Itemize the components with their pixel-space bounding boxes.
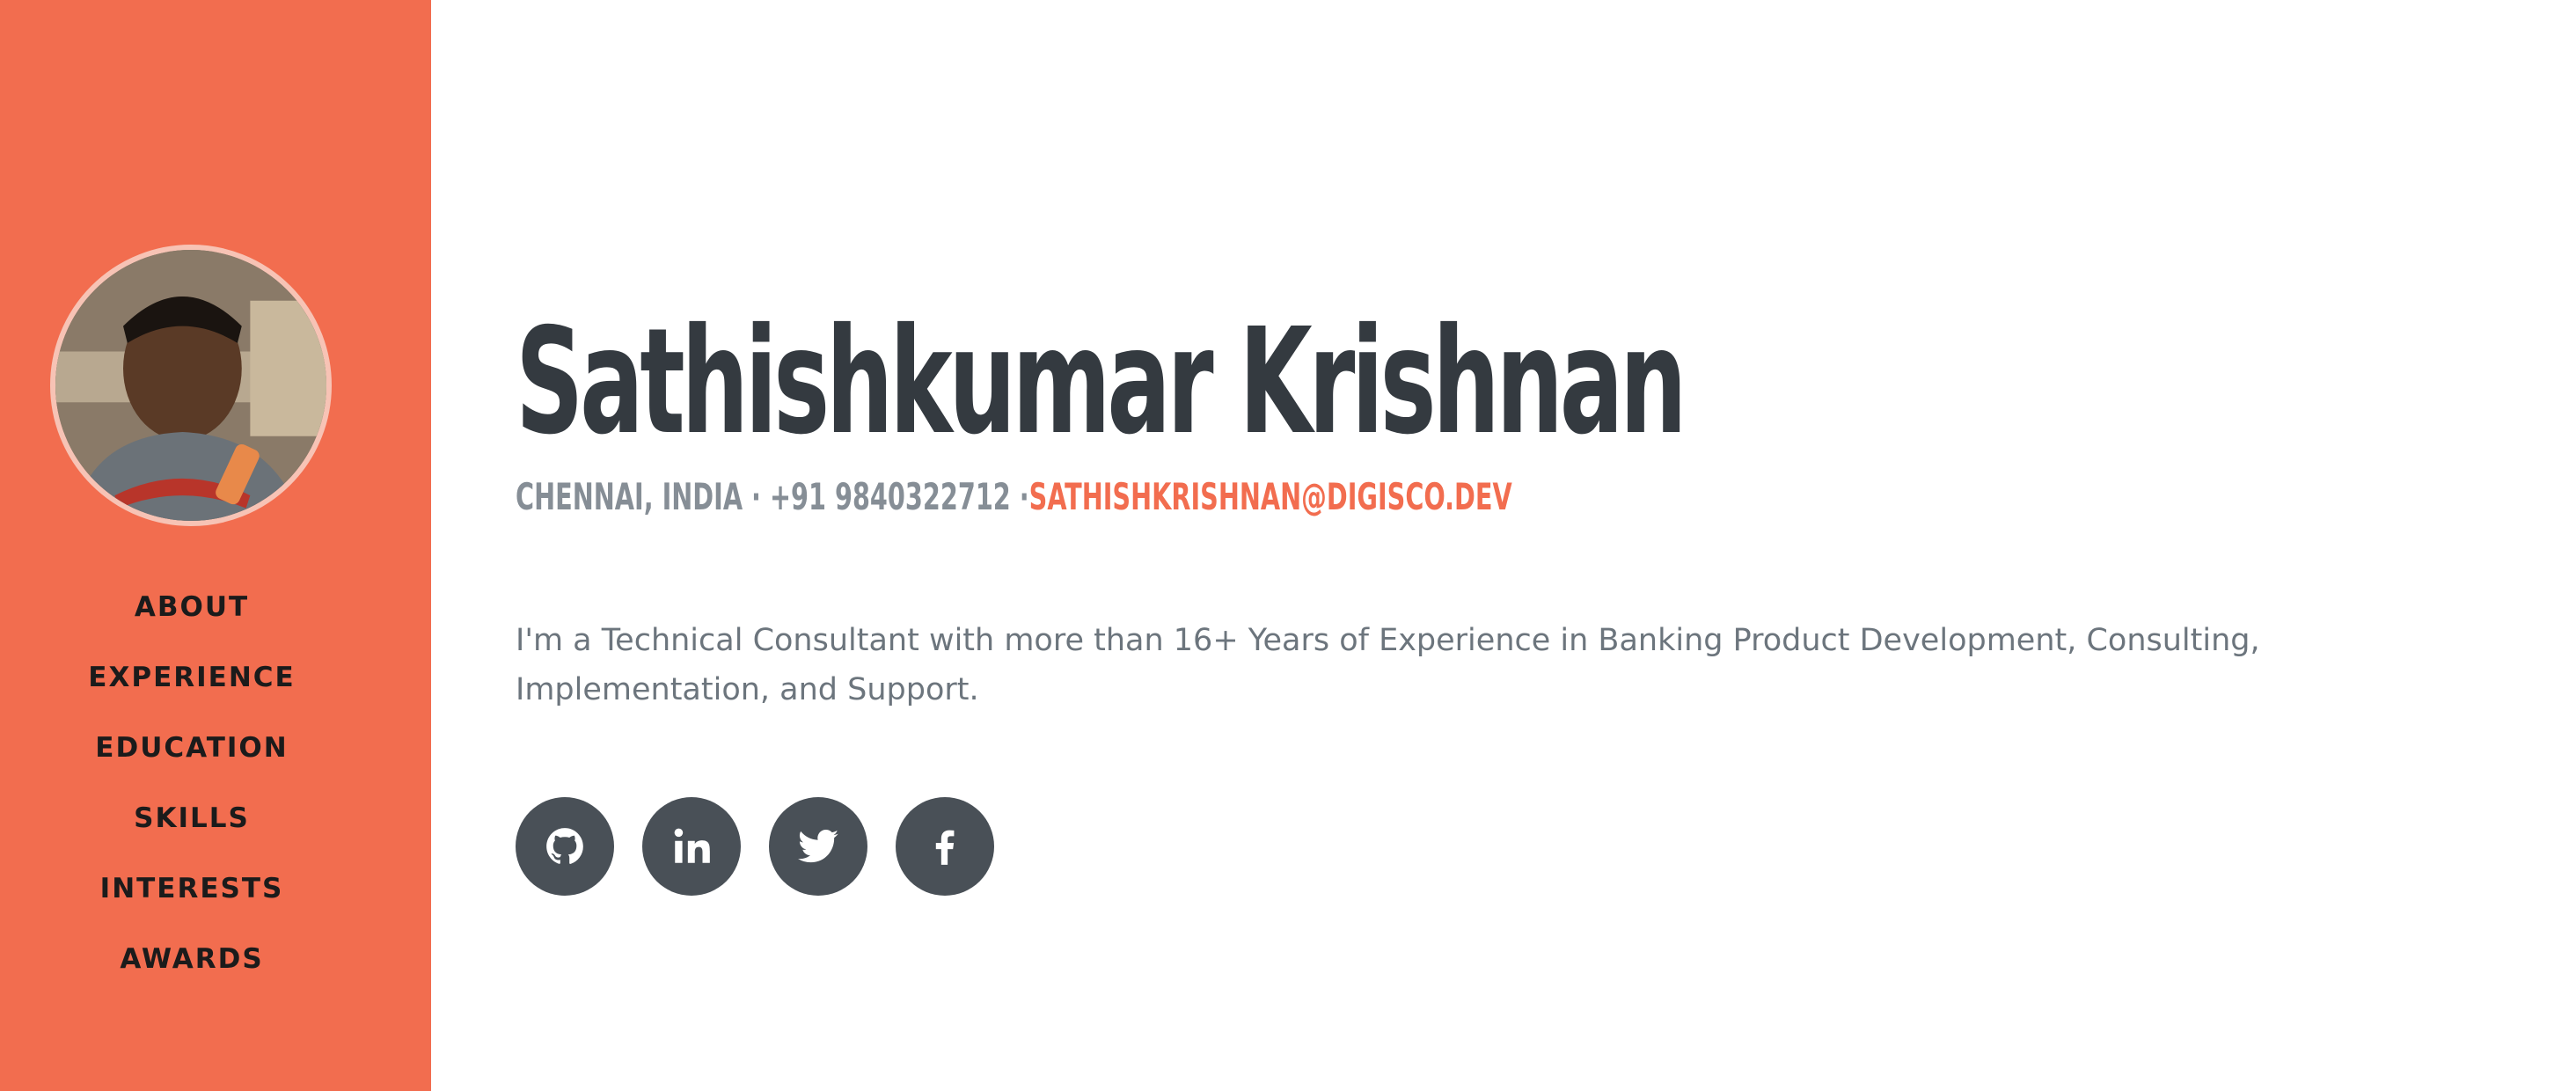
email-link[interactable]: sathishkrishnan@digisco.dev bbox=[1029, 475, 1512, 518]
twitter-icon bbox=[798, 830, 838, 863]
nav-item-education[interactable]: EDUCATION bbox=[0, 713, 384, 783]
nav-item-experience[interactable]: EXPERIENCE bbox=[0, 642, 384, 713]
profile-contact: Chennai, India · +91 9840322712 ·sathish… bbox=[516, 475, 1512, 518]
nav-link-skills[interactable]: SKILLS bbox=[134, 802, 250, 834]
facebook-button[interactable] bbox=[896, 797, 994, 896]
linkedin-button[interactable] bbox=[642, 797, 741, 896]
sidebar-nav: ABOUT EXPERIENCE EDUCATION SKILLS INTERE… bbox=[0, 572, 384, 994]
github-icon bbox=[546, 828, 583, 864]
nav-link-experience[interactable]: EXPERIENCE bbox=[88, 662, 295, 693]
profile-name: Sathishkumar Krishnan bbox=[516, 297, 1687, 467]
facebook-icon bbox=[935, 830, 955, 865]
nav-item-about[interactable]: ABOUT bbox=[0, 572, 384, 642]
nav-link-education[interactable]: EDUCATION bbox=[95, 732, 288, 764]
nav-item-awards[interactable]: AWARDS bbox=[0, 924, 384, 994]
nav-link-about[interactable]: ABOUT bbox=[135, 591, 249, 623]
avatar-photo bbox=[55, 250, 326, 521]
linkedin-icon bbox=[674, 828, 710, 863]
main-content: Sathishkumar Krishnan Chennai, India · +… bbox=[516, 0, 2521, 1091]
social-icons bbox=[516, 797, 994, 896]
sidebar: ABOUT EXPERIENCE EDUCATION SKILLS INTERE… bbox=[0, 0, 431, 1091]
github-button[interactable] bbox=[516, 797, 614, 896]
nav-link-interests[interactable]: INTERESTS bbox=[100, 873, 284, 904]
profile-location-phone: Chennai, India · +91 9840322712 · bbox=[516, 475, 1029, 518]
nav-item-interests[interactable]: INTERESTS bbox=[0, 853, 384, 924]
nav-item-skills[interactable]: SKILLS bbox=[0, 783, 384, 853]
nav-link-awards[interactable]: AWARDS bbox=[120, 943, 263, 975]
avatar bbox=[50, 245, 332, 526]
twitter-button[interactable] bbox=[769, 797, 867, 896]
profile-description: I'm a Technical Consultant with more tha… bbox=[516, 623, 2260, 707]
